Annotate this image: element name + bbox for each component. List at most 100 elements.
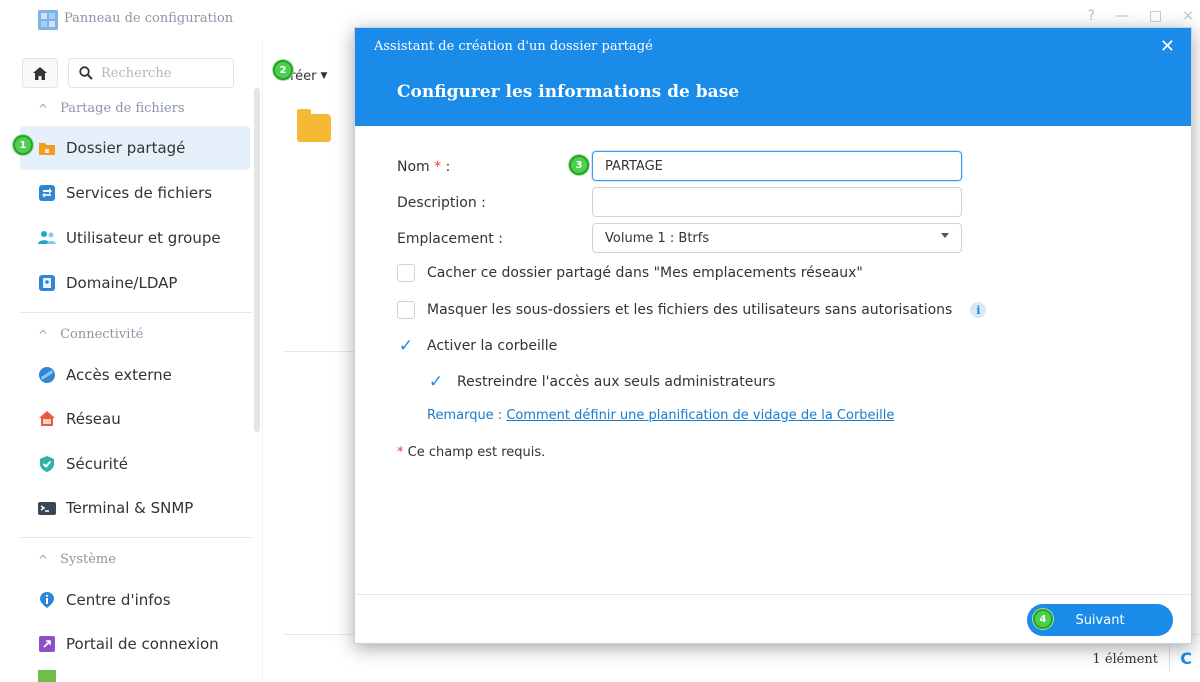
sidebar-divider — [20, 312, 252, 313]
close-window-icon[interactable]: × — [1182, 8, 1194, 24]
sidebar-item-domain-ldap[interactable]: Domaine/LDAP — [20, 261, 250, 305]
sidebar-scrollbar[interactable] — [254, 88, 260, 432]
sidebar-item-label: Sécurité — [66, 455, 128, 473]
minimize-icon[interactable]: — — [1115, 8, 1129, 24]
app-title: Panneau de configuration — [64, 11, 234, 26]
dialog-header: Assistant de création d'un dossier parta… — [355, 28, 1191, 126]
chevron-up-icon: ^ — [38, 101, 49, 116]
recycle-bin-checkbox[interactable]: ✓ — [397, 337, 415, 355]
hide-network-label: Cacher ce dossier partagé dans "Mes empl… — [427, 265, 863, 281]
hide-subfolders-label: Masquer les sous-dossiers et les fichier… — [427, 302, 953, 318]
main-divider — [283, 351, 363, 352]
hide-network-option[interactable]: Cacher ce dossier partagé dans "Mes empl… — [397, 264, 863, 282]
sidebar-item-user-group[interactable]: Utilisateur et groupe — [20, 216, 250, 260]
sidebar-item-label: Accès externe — [66, 366, 172, 384]
hide-subfolders-checkbox[interactable] — [397, 301, 415, 319]
sidebar-item-label: Utilisateur et groupe — [66, 229, 221, 247]
sidebar-item-label: Réseau — [66, 410, 121, 428]
restrict-admin-option[interactable]: ✓ Restreindre l'accès aux seuls administ… — [427, 373, 775, 391]
terminal-icon — [38, 502, 56, 515]
checkmark-icon: ✓ — [398, 335, 414, 356]
description-input[interactable] — [592, 187, 962, 217]
create-shared-folder-dialog: Assistant de création d'un dossier parta… — [354, 27, 1192, 644]
refresh-icon[interactable]: C — [1180, 649, 1192, 668]
sidebar-item-partial[interactable] — [20, 670, 250, 682]
sidebar-item-label: Services de fichiers — [66, 184, 213, 202]
section-label: Partage de fichiers — [60, 101, 185, 116]
users-icon — [38, 231, 56, 244]
search-icon — [79, 66, 93, 80]
step-badge-2: 2 — [273, 60, 293, 80]
domain-icon — [39, 275, 55, 291]
external-access-icon — [39, 367, 55, 383]
location-select[interactable]: Volume 1 : Btrfs — [592, 223, 962, 253]
section-header-system[interactable]: ^ Système — [38, 552, 116, 567]
restrict-admin-label: Restreindre l'accès aux seuls administra… — [457, 374, 776, 390]
dropdown-arrow-icon — [941, 233, 949, 238]
caret-down-icon: ▼ — [320, 71, 328, 81]
sidebar-item-file-services[interactable]: Services de fichiers — [20, 171, 250, 215]
dialog-footer-divider — [355, 594, 1191, 595]
step-badge-3: 3 — [569, 155, 589, 175]
sidebar-toolbar — [22, 58, 234, 88]
maximize-icon[interactable]: □ — [1149, 8, 1162, 24]
chevron-up-icon: ^ — [38, 327, 49, 342]
note-prefix: Remarque : — [427, 408, 507, 423]
section-label: Connectivité — [60, 327, 144, 342]
section-label: Système — [60, 552, 116, 567]
home-button[interactable] — [22, 58, 58, 88]
location-label: Emplacement : — [397, 231, 503, 247]
dialog-heading: Configurer les informations de base — [397, 82, 740, 102]
window-controls: ? — □ × — [1088, 8, 1194, 24]
sidebar-item-external-access[interactable]: Accès externe — [20, 353, 250, 397]
description-label: Description : — [397, 195, 486, 211]
sidebar-item-label: Dossier partagé — [66, 139, 186, 157]
name-label-suffix: : — [445, 159, 451, 175]
sidebar-item-login-portal[interactable]: Portail de connexion — [20, 622, 250, 666]
recycle-bin-label: Activer la corbeille — [427, 338, 558, 354]
dialog-title: Assistant de création d'un dossier parta… — [374, 39, 653, 54]
partial-item-icon — [38, 670, 56, 682]
search-input[interactable] — [101, 65, 221, 81]
required-note-text: Ce champ est requis. — [403, 445, 546, 460]
info-icon[interactable]: i — [970, 302, 987, 318]
sidebar: ^ Partage de fichiers Dossier partagé Se… — [0, 40, 262, 682]
sidebar-item-network[interactable]: Réseau — [20, 397, 250, 441]
sidebar-item-label: Domaine/LDAP — [66, 274, 178, 292]
step-badge-4: 4 — [1033, 609, 1053, 629]
hide-network-checkbox[interactable] — [397, 264, 415, 282]
sidebar-item-security[interactable]: Sécurité — [20, 442, 250, 486]
location-value: Volume 1 : Btrfs — [605, 230, 710, 246]
network-icon — [39, 411, 55, 426]
shared-folder-icon — [39, 143, 55, 155]
step-badge-1: 1 — [13, 135, 33, 155]
security-shield-icon — [40, 456, 54, 472]
file-services-icon — [39, 185, 55, 201]
sidebar-item-label: Terminal & SNMP — [66, 499, 194, 517]
recycle-bin-note: Remarque : Comment définir une planifica… — [427, 408, 894, 423]
info-center-icon — [40, 592, 54, 608]
home-icon — [33, 66, 47, 80]
recycle-bin-schedule-link[interactable]: Comment définir une planification de vid… — [506, 408, 894, 423]
chevron-up-icon: ^ — [38, 552, 49, 567]
hide-subfolders-option[interactable]: Masquer les sous-dossiers et les fichier… — [397, 301, 987, 319]
control-panel-logo-icon — [38, 10, 58, 30]
name-input[interactable] — [592, 151, 962, 181]
folder-icon[interactable] — [297, 109, 331, 142]
sidebar-item-terminal-snmp[interactable]: Terminal & SNMP — [20, 486, 250, 530]
recycle-bin-option[interactable]: ✓ Activer la corbeille — [397, 337, 557, 355]
section-header-file-sharing[interactable]: ^ Partage de fichiers — [38, 101, 185, 116]
restrict-admin-checkbox[interactable]: ✓ — [427, 373, 445, 391]
sidebar-item-label: Centre d'infos — [66, 591, 171, 609]
dialog-close-icon[interactable]: ✕ — [1160, 36, 1175, 57]
sidebar-item-info-center[interactable]: Centre d'infos — [20, 578, 250, 622]
checkmark-icon: ✓ — [428, 371, 444, 392]
section-header-connectivity[interactable]: ^ Connectivité — [38, 327, 143, 342]
sidebar-item-shared-folder[interactable]: Dossier partagé — [20, 126, 250, 170]
name-label: Nom * : — [397, 159, 450, 175]
login-portal-icon — [39, 636, 55, 652]
sidebar-divider — [20, 537, 252, 538]
required-star: * — [434, 159, 442, 175]
status-separator — [1169, 646, 1170, 672]
help-icon[interactable]: ? — [1088, 8, 1095, 24]
